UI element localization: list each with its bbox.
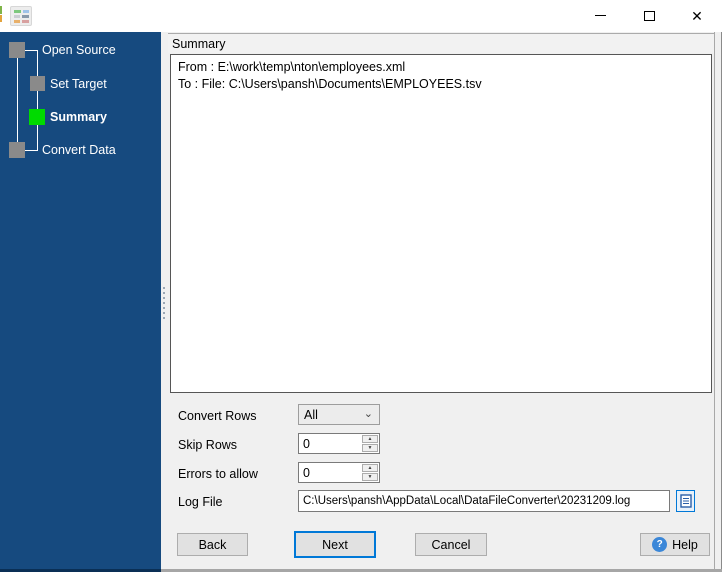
back-button[interactable]: Back bbox=[177, 533, 248, 556]
log-file-browse-button[interactable] bbox=[676, 490, 695, 512]
chevron-down-icon: ⌄ bbox=[363, 408, 373, 420]
step-square-open-source[interactable] bbox=[9, 42, 25, 58]
errors-spin-down-button[interactable]: ▼ bbox=[362, 473, 378, 481]
tree-line-vertical-inner bbox=[37, 50, 38, 150]
errors-to-allow-input[interactable] bbox=[299, 463, 361, 482]
log-file-input[interactable] bbox=[298, 490, 670, 512]
errors-to-allow-label: Errors to allow bbox=[178, 467, 258, 481]
log-file-label: Log File bbox=[178, 495, 223, 509]
help-question-icon: ? bbox=[652, 537, 668, 552]
title-bar: ✕ bbox=[0, 0, 722, 32]
tree-line-vertical-left bbox=[17, 58, 18, 142]
app-icon bbox=[10, 6, 32, 26]
maximize-icon bbox=[643, 10, 655, 21]
step-square-convert-data[interactable] bbox=[9, 142, 25, 158]
sidebar-item-summary[interactable]: Summary bbox=[50, 109, 107, 125]
sidebar-item-convert-data[interactable]: Convert Data bbox=[42, 142, 116, 158]
cancel-button[interactable]: Cancel bbox=[415, 533, 487, 556]
close-icon: ✕ bbox=[691, 7, 703, 24]
sidebar-item-open-source[interactable]: Open Source bbox=[42, 42, 116, 58]
summary-line-from: From : E:\work\temp\nton\employees.xml bbox=[178, 60, 406, 74]
skip-rows-spin-down-button[interactable]: ▼ bbox=[362, 444, 378, 452]
tree-line-horizontal-bottom bbox=[25, 150, 38, 151]
tree-line-horizontal-top bbox=[25, 50, 38, 51]
skip-rows-input[interactable] bbox=[299, 434, 361, 453]
errors-spin-up-button[interactable]: ▲ bbox=[362, 464, 378, 472]
sidebar-item-set-target[interactable]: Set Target bbox=[50, 76, 107, 92]
skip-rows-label: Skip Rows bbox=[178, 438, 238, 452]
next-button[interactable]: Next bbox=[294, 531, 376, 558]
main-panel: Summary From : E:\work\temp\nton\employe… bbox=[168, 32, 714, 569]
minimize-icon bbox=[594, 15, 606, 16]
window-right-edge bbox=[714, 32, 722, 569]
help-button[interactable]: ? Help bbox=[640, 533, 710, 556]
convert-rows-value: All bbox=[304, 407, 318, 422]
maximize-button[interactable] bbox=[626, 0, 672, 31]
skip-rows-spin-up-button[interactable]: ▲ bbox=[362, 435, 378, 443]
convert-rows-label: Convert Rows bbox=[178, 409, 257, 423]
panel-caption-bar: Summary bbox=[168, 33, 714, 53]
help-button-label: Help bbox=[672, 537, 698, 552]
skip-rows-spinner: ▲ ▼ bbox=[298, 433, 380, 454]
convert-rows-select[interactable]: All ⌄ bbox=[298, 404, 380, 425]
step-square-set-target[interactable] bbox=[30, 76, 45, 91]
summary-textarea[interactable]: From : E:\work\temp\nton\employees.xml T… bbox=[170, 54, 712, 393]
close-button[interactable]: ✕ bbox=[674, 0, 720, 31]
sidebar-splitter[interactable] bbox=[161, 32, 168, 569]
minimize-button[interactable] bbox=[577, 0, 623, 31]
background-window-sliver bbox=[0, 4, 2, 28]
document-icon bbox=[679, 494, 692, 508]
panel-caption: Summary bbox=[172, 37, 226, 51]
wizard-sidebar: Open Source Set Target Summary Convert D… bbox=[0, 32, 161, 569]
summary-line-to: To : File: C:\Users\pansh\Documents\EMPL… bbox=[178, 77, 482, 91]
errors-to-allow-spinner: ▲ ▼ bbox=[298, 462, 380, 483]
step-square-summary[interactable] bbox=[29, 109, 45, 125]
